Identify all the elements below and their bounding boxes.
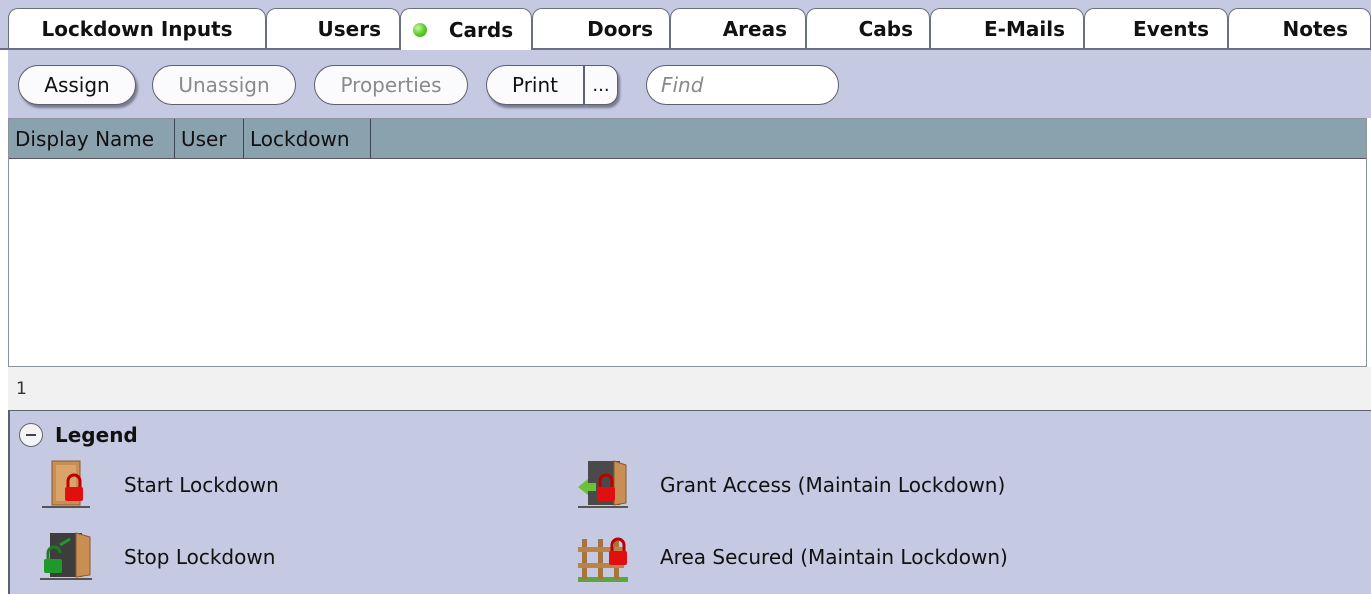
column-lockdown[interactable]: Lockdown (244, 119, 371, 158)
toolbar: Assign Unassign Properties Print ... (8, 50, 1371, 118)
tab-doors[interactable]: Doors (532, 8, 670, 48)
print-options-label: ... (592, 74, 610, 96)
tab-lockdown-inputs[interactable]: Lockdown Inputs (8, 8, 266, 48)
tab-label: Cards (448, 17, 514, 42)
tab-label: E-Mails (984, 16, 1065, 41)
column-label: Display Name (15, 126, 155, 151)
record-count: 1 (16, 379, 27, 399)
cards-grid: Display Name User Lockdown (8, 118, 1367, 367)
tab-label: Lockdown Inputs (41, 16, 233, 41)
status-bar: 1 (8, 367, 1371, 410)
door-lock-icon (42, 460, 90, 508)
legend-item-start-lockdown: Start Lockdown (38, 457, 279, 513)
status-dot-icon (412, 22, 427, 37)
tab-cards[interactable]: Cards (400, 8, 532, 50)
find-input[interactable] (646, 65, 839, 105)
tab-areas[interactable]: Areas (670, 8, 806, 48)
tab-events[interactable]: Events (1084, 8, 1228, 48)
legend-label: Grant Access (Maintain Lockdown) (660, 473, 1006, 497)
grid-header: Display Name User Lockdown (9, 119, 1366, 159)
grant-access-icon (578, 460, 628, 508)
unassign-button-label: Unassign (178, 73, 270, 97)
print-options-button[interactable]: ... (584, 65, 618, 105)
tab-label: Events (1133, 16, 1209, 41)
tab-label: Areas (722, 16, 787, 41)
legend-label: Area Secured (Maintain Lockdown) (660, 545, 1008, 569)
tab-strip: Lockdown Inputs Users Cards Doors Areas … (0, 0, 1371, 50)
print-button[interactable]: Print (486, 65, 584, 105)
legend-title: Legend (55, 423, 138, 447)
assign-button-label: Assign (44, 73, 110, 97)
legend-panel: Legend Start Lockdown Grant Access (Main… (8, 410, 1371, 594)
tab-label: Users (317, 16, 381, 41)
tab-emails[interactable]: E-Mails (930, 8, 1084, 48)
column-label: User (181, 126, 227, 151)
legend-item-stop-lockdown: Stop Lockdown (38, 529, 275, 585)
print-button-label: Print (511, 73, 558, 97)
legend-label: Start Lockdown (124, 473, 279, 497)
legend-label: Stop Lockdown (124, 545, 276, 569)
area-secured-icon (578, 537, 628, 582)
tab-label: Doors (587, 16, 653, 41)
collapse-icon[interactable] (19, 423, 43, 447)
tab-notes[interactable]: Notes (1228, 8, 1371, 48)
tab-users[interactable]: Users (266, 8, 400, 48)
column-user[interactable]: User (175, 119, 244, 158)
door-unlock-icon (40, 532, 92, 580)
unassign-button[interactable]: Unassign (152, 65, 296, 105)
tab-label: Cabs (858, 16, 913, 41)
legend-item-area-secured: Area Secured (Maintain Lockdown) (574, 529, 1008, 585)
tab-label: Notes (1282, 16, 1348, 41)
column-display-name[interactable]: Display Name (9, 119, 175, 158)
properties-button-label: Properties (340, 73, 442, 97)
legend-item-grant-access: Grant Access (Maintain Lockdown) (574, 457, 1005, 513)
column-label: Lockdown (250, 126, 350, 151)
assign-button[interactable]: Assign (18, 65, 136, 105)
tab-cabs[interactable]: Cabs (806, 8, 930, 48)
properties-button[interactable]: Properties (314, 65, 468, 105)
